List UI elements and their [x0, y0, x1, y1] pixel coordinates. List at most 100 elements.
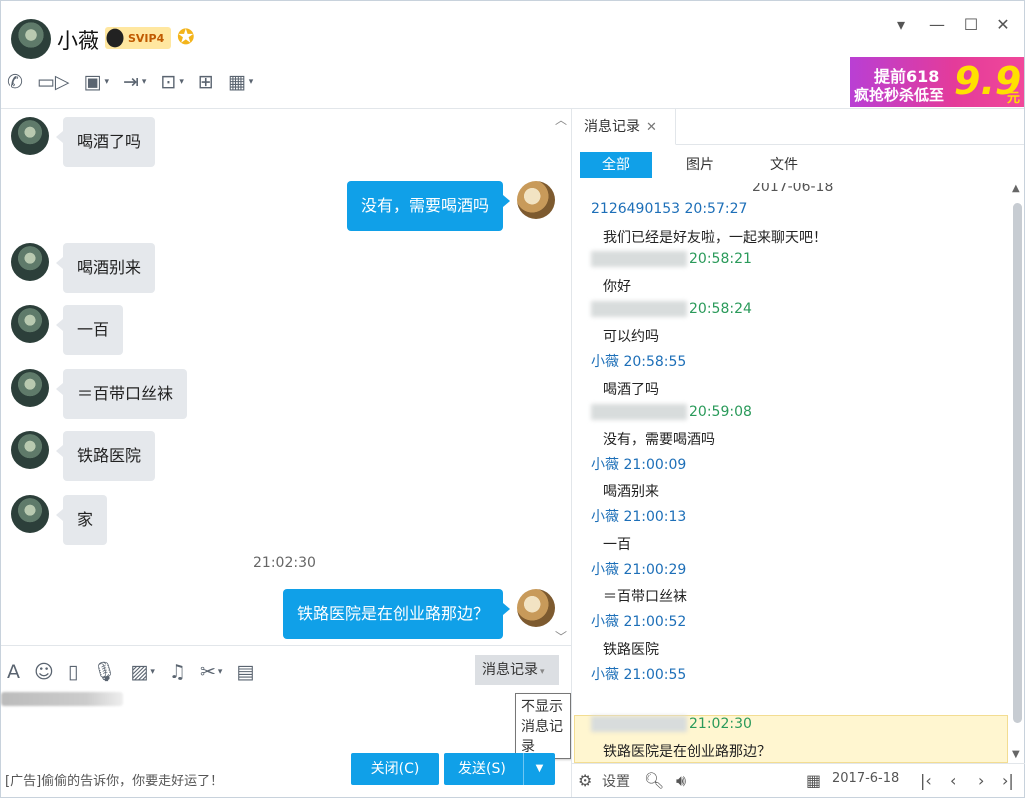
maximize-icon[interactable]: ☐ — [959, 15, 983, 34]
history-entry-time: 21:02:30 — [689, 716, 752, 732]
history-entry-message: ＝百带口丝袜 — [603, 589, 687, 605]
scroll-up-icon[interactable]: ▲ — [1012, 183, 1020, 194]
dropdown-icon[interactable]: ▾ — [889, 15, 913, 34]
history-button[interactable]: 消息记录 ▾ — [475, 655, 559, 685]
history-entry-time: 小薇 21:00:13 — [591, 509, 687, 525]
chat-window: 小薇 SVIP4 ✪ ▾ — ☐ ✕ ✆ ▭▷ ▣ ▾ ⇥ ▾ ⊡ ▾ ⊞ ▦ ▾ 提前… — [0, 0, 1025, 798]
history-entry-time: 20:59:08 — [689, 404, 752, 420]
close-icon[interactable]: ✕ — [646, 120, 657, 135]
history-entry-header: 21:02:30 — [591, 716, 752, 732]
redacted-name — [591, 404, 687, 420]
scroll-up-icon[interactable]: ︿ — [555, 111, 567, 128]
scissors-icon[interactable]: ✂ ▾ — [200, 661, 222, 683]
message-avatar[interactable] — [11, 431, 49, 469]
message-bubble[interactable]: ＝百带口丝袜 — [55, 369, 188, 419]
history-button-label: 消息记录 — [482, 662, 538, 678]
blurred-draft — [1, 692, 123, 706]
settings-label[interactable]: 设置 — [602, 771, 630, 791]
message-bubble[interactable]: 喝酒了吗 — [55, 117, 156, 167]
close-button[interactable]: 关闭(C) — [351, 753, 439, 785]
last-page-icon[interactable]: ›| — [1002, 771, 1014, 790]
message-avatar[interactable] — [11, 117, 49, 155]
star-icon[interactable]: ✪ — [177, 25, 195, 49]
redacted-name — [591, 301, 687, 317]
history-entry-time: 小薇 21:00:55 — [591, 667, 687, 683]
add-icon[interactable]: ⊞ — [198, 71, 214, 93]
message-avatar[interactable] — [11, 495, 49, 533]
phone-icon[interactable]: ✆ — [7, 71, 23, 93]
search-icon[interactable]: 🔍︎ — [644, 771, 664, 790]
calendar-icon[interactable]: ▦ — [806, 771, 821, 790]
message-avatar[interactable] — [11, 243, 49, 281]
emoji-icon[interactable]: ☺ — [34, 661, 54, 683]
scroll-down-icon[interactable]: ▼ — [1012, 749, 1020, 760]
send-options-icon[interactable]: ▼ — [523, 753, 555, 785]
first-page-icon[interactable]: |‹ — [920, 771, 932, 790]
close-icon[interactable]: ✕ — [991, 15, 1015, 34]
next-page-icon[interactable]: › — [978, 771, 984, 790]
history-entry-header: 20:58:24 — [591, 301, 752, 317]
scroll-down-icon[interactable]: ﹀ — [555, 628, 567, 645]
ad-banner[interactable]: 提前618 疯抢秒杀低至 9.9 元 — [850, 57, 1024, 107]
screen-share-icon[interactable]: ▣ ▾ — [84, 71, 109, 93]
subtab-files[interactable]: 文件 — [748, 152, 820, 178]
message-avatar[interactable] — [517, 181, 555, 219]
voice-icon[interactable]: 🎙 — [92, 660, 116, 683]
shake-icon[interactable]: ▯ — [68, 661, 78, 683]
history-footer: ⚙ 设置 🔍︎ 🔊︎ ▦ 2017-6-18 |‹ ‹ › ›| — [572, 763, 1025, 797]
message-bubble[interactable]: 一百 — [55, 305, 124, 355]
history-tab[interactable]: 消息记录 ✕ — [572, 109, 676, 145]
subtab-all[interactable]: 全部 — [580, 152, 652, 178]
history-entry-header: 小薇 21:00:55 — [591, 664, 686, 684]
history-entry-header: 20:58:21 — [591, 251, 752, 267]
message-avatar[interactable] — [11, 305, 49, 343]
ad-line2: 疯抢秒杀低至 — [854, 86, 945, 104]
red-packet-icon[interactable]: ▤ — [236, 661, 254, 683]
history-entry-time: 20:58:24 — [689, 301, 752, 317]
history-date[interactable]: 2017-6-18 — [832, 771, 899, 786]
contact-avatar[interactable] — [11, 19, 51, 59]
settings-icon[interactable]: ⚙ — [578, 771, 592, 790]
message-bubble[interactable]: 喝酒别来 — [55, 243, 156, 293]
history-entry-message: 没有，需要喝酒吗 — [603, 432, 715, 448]
music-icon[interactable]: ♫ — [169, 661, 186, 683]
history-entry-header: 小薇 21:00:52 — [591, 611, 686, 631]
vip-badge[interactable]: SVIP4 — [105, 27, 171, 49]
history-list[interactable]: 2017-06-18 2126490153 20:57:27 我们已经是好友啦，一… — [572, 183, 1008, 763]
history-entry-time: 2126490153 20:57:27 — [591, 201, 748, 217]
font-icon[interactable]: A — [7, 661, 20, 683]
history-entry-message: 一百 — [603, 537, 631, 553]
send-button[interactable]: 发送(S) ▼ — [444, 753, 555, 785]
speaker-icon[interactable]: 🔊︎ — [676, 771, 686, 791]
chat-toolbar: ✆ ▭▷ ▣ ▾ ⇥ ▾ ⊡ ▾ ⊞ ▦ ▾ — [7, 71, 253, 93]
message-bubble[interactable]: 铁路医院是在创业路那边？ — [282, 589, 511, 639]
image-icon[interactable]: ▨ ▾ — [130, 661, 154, 683]
send-button-label: 发送(S) — [458, 761, 506, 777]
history-entry-message: 我们已经是好友啦，一起来聊天吧！ — [603, 230, 827, 246]
history-entry-header: 小薇 21:00:09 — [591, 454, 686, 474]
minimize-icon[interactable]: — — [925, 15, 949, 34]
message-bubble[interactable]: 铁路医院 — [55, 431, 156, 481]
video-icon[interactable]: ▭▷ — [37, 71, 70, 93]
history-entry-header: 小薇 21:00:29 — [591, 559, 686, 579]
remote-desktop-icon[interactable]: ⊡ ▾ — [160, 71, 183, 93]
message-bubble[interactable]: 家 — [55, 495, 108, 545]
message-avatar[interactable] — [11, 369, 49, 407]
file-transfer-icon[interactable]: ⇥ ▾ — [123, 71, 146, 93]
chevron-down-icon: ▾ — [540, 667, 545, 677]
input-toolbar: A ☺ ▯ 🎙 ▨ ▾ ♫ ✂ ▾ ▤ — [7, 660, 254, 684]
message-avatar[interactable] — [517, 589, 555, 627]
message-area[interactable]: ︿ 喝酒了吗没有，需要喝酒吗喝酒别来一百 ＝百带口丝袜 铁路医院家铁路医院是在创业路… — [1, 109, 571, 645]
scrollbar[interactable]: ▲ ▼ — [1010, 183, 1024, 763]
history-tooltip: 不显示消息记录 — [515, 693, 571, 759]
history-date-partial: 2017-06-18 — [752, 183, 834, 195]
scrollbar-thumb[interactable] — [1013, 203, 1022, 723]
contact-name[interactable]: 小薇 — [57, 25, 99, 55]
message-bubble[interactable]: 没有，需要喝酒吗 — [346, 181, 511, 231]
ad-text[interactable]: [广告]偷偷的告诉你，你要走好运了！ — [5, 770, 223, 789]
subtab-images[interactable]: 图片 — [664, 152, 736, 178]
prev-page-icon[interactable]: ‹ — [950, 771, 956, 790]
input-area: A ☺ ▯ 🎙 ▨ ▾ ♫ ✂ ▾ ▤ 消息记录 ▾ 不显示消息记录 [广告]偷偷的告… — [1, 645, 571, 797]
vip-label: SVIP4 — [128, 31, 165, 45]
apps-icon[interactable]: ▦ ▾ — [228, 71, 253, 93]
